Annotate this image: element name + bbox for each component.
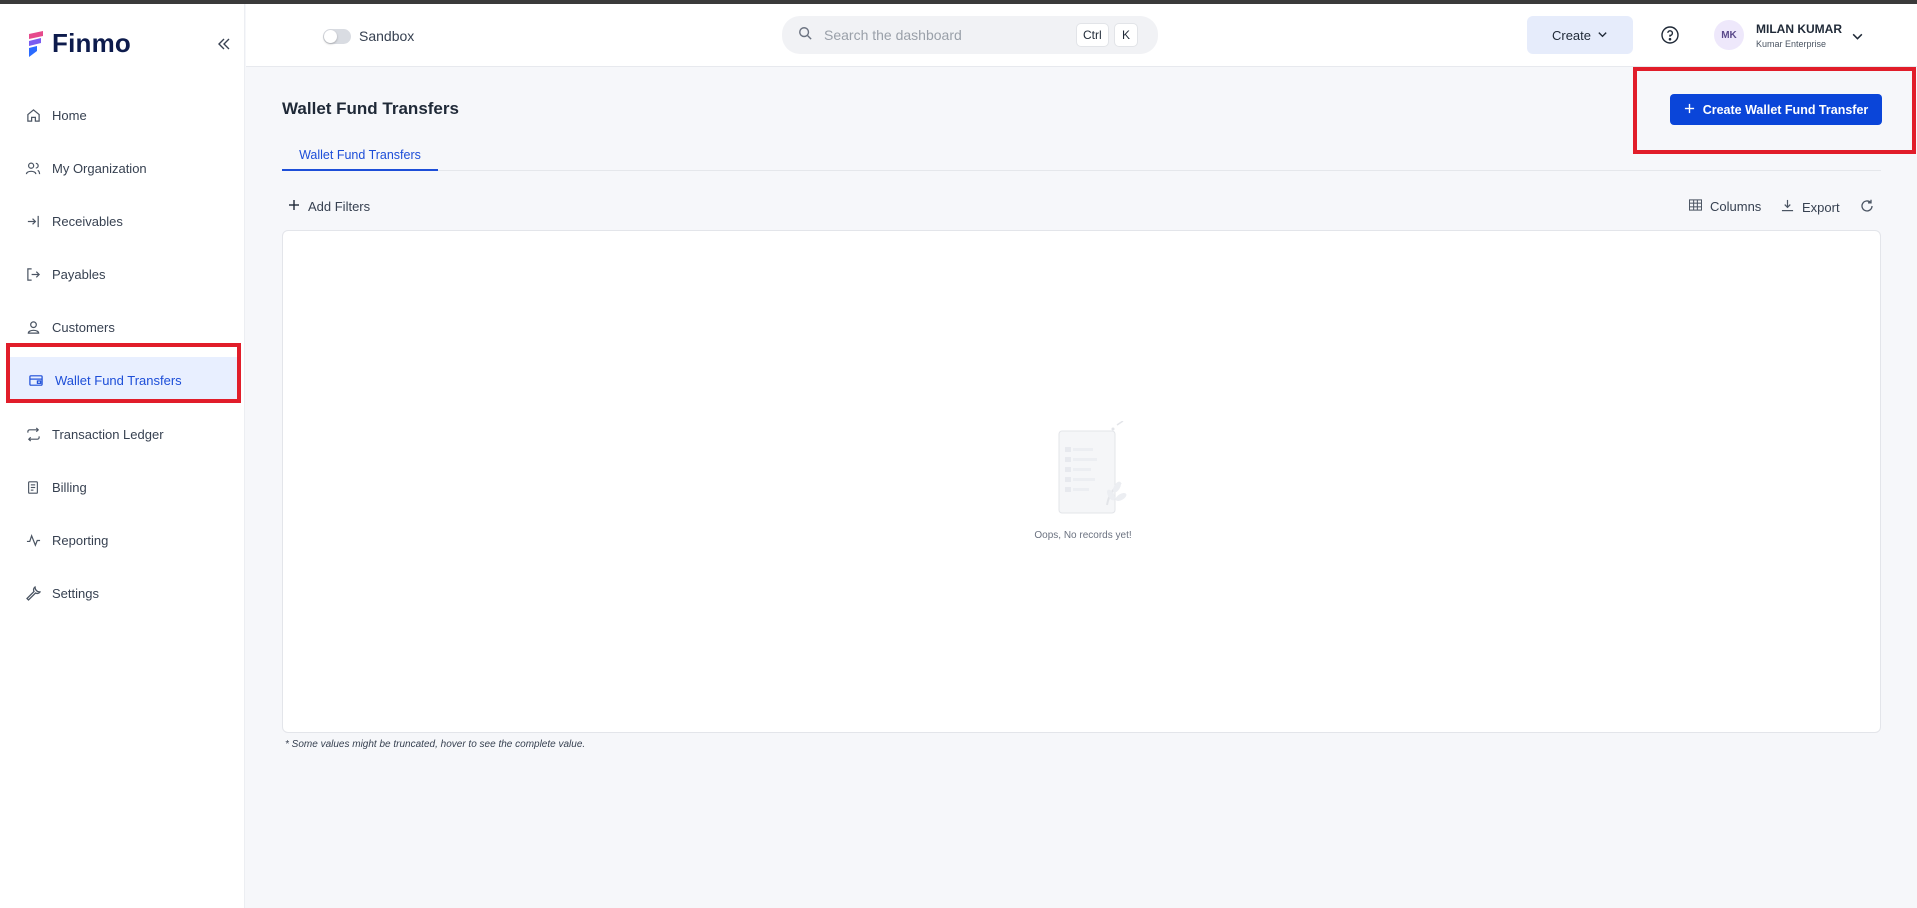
sidebar-item-settings[interactable]: Settings <box>8 570 238 616</box>
sandbox-toggle-group: Sandbox <box>323 28 414 44</box>
sidebar-item-label: My Organization <box>52 160 147 176</box>
add-filters-label: Add Filters <box>308 199 371 214</box>
search-input[interactable] <box>824 27 1064 43</box>
logout-arrow-icon <box>24 265 42 283</box>
user-info[interactable]: MILAN KUMAR Kumar Enterprise <box>1756 22 1842 49</box>
chevron-down-icon <box>1597 28 1608 43</box>
columns-button[interactable]: Columns <box>1688 199 1762 214</box>
sidebar-item-home[interactable]: Home <box>8 92 238 138</box>
wrench-icon <box>24 584 42 602</box>
sidebar-item-label: Payables <box>52 266 106 282</box>
sidebar-item-label: Reporting <box>52 532 109 548</box>
empty-document-illustration-icon <box>1037 420 1129 521</box>
kbd-ctrl: Ctrl <box>1076 23 1109 47</box>
columns-label: Columns <box>1710 199 1762 214</box>
search-icon <box>798 26 812 45</box>
sidebar-item-customers[interactable]: Customers <box>8 304 238 350</box>
help-icon[interactable] <box>1660 25 1680 45</box>
sidebar-item-label: Receivables <box>52 213 123 229</box>
finmo-logo-icon <box>26 30 46 58</box>
home-icon <box>24 106 42 124</box>
user-org: Kumar Enterprise <box>1756 39 1827 49</box>
activity-icon <box>24 531 42 549</box>
sidebar-item-billing[interactable]: Billing <box>8 464 238 510</box>
login-arrow-icon <box>24 212 42 230</box>
sandbox-toggle[interactable] <box>323 28 351 44</box>
repeat-icon <box>24 425 42 443</box>
page-title: Wallet Fund Transfers <box>282 99 459 118</box>
sidebar-item-payables[interactable]: Payables <box>8 251 238 297</box>
sandbox-label: Sandbox <box>359 28 415 44</box>
avatar[interactable]: MK <box>1714 20 1744 50</box>
add-filters-button[interactable]: Add Filters <box>288 199 370 214</box>
sidebar-item-wallet-fund-transfers[interactable]: Wallet Fund Transfers <box>9 357 238 403</box>
collapse-sidebar-icon[interactable] <box>214 34 234 54</box>
refresh-icon[interactable] <box>1860 199 1874 213</box>
primary-button-label: Create Wallet Fund Transfer <box>1702 102 1869 117</box>
truncation-footnote: * Some values might be truncated, hover … <box>285 739 586 750</box>
sidebar-item-label: Transaction Ledger <box>52 426 164 442</box>
empty-state: Oops, No records yet! <box>1023 420 1143 541</box>
logo-text: Finmo <box>52 28 131 58</box>
user-icon <box>24 318 42 336</box>
user-menu-chevron-icon[interactable] <box>1851 30 1865 44</box>
empty-state-text: Oops, No records yet! <box>1034 530 1132 541</box>
sidebar-item-label: Settings <box>52 585 99 601</box>
records-table: Oops, No records yet! <box>282 230 1881 733</box>
table-columns-icon <box>1688 199 1703 214</box>
sidebar-item-transaction-ledger[interactable]: Transaction Ledger <box>8 411 238 457</box>
sidebar: Finmo Home My Organization Receivables P… <box>0 4 245 908</box>
tab-wallet-fund-transfers[interactable]: Wallet Fund Transfers <box>282 140 438 171</box>
sidebar-item-label: Home <box>52 107 87 123</box>
tab-bar: Wallet Fund Transfers <box>282 140 1881 171</box>
download-icon <box>1781 199 1794 215</box>
create-wallet-fund-transfer-button[interactable]: Create Wallet Fund Transfer <box>1670 94 1882 125</box>
sidebar-item-label: Customers <box>52 319 115 335</box>
export-button[interactable]: Export <box>1781 199 1840 215</box>
top-header: Sandbox Ctrl K Create MK MILAN KUMAR Kum… <box>246 4 1917 67</box>
receipt-icon <box>24 478 42 496</box>
users-icon <box>24 159 42 177</box>
sidebar-item-label: Billing <box>52 479 87 495</box>
plus-icon <box>1684 103 1695 117</box>
create-dropdown-button[interactable]: Create <box>1527 16 1633 54</box>
sidebar-item-my-organization[interactable]: My Organization <box>8 145 238 191</box>
sidebar-item-receivables[interactable]: Receivables <box>8 198 238 244</box>
user-name: MILAN KUMAR <box>1756 22 1842 36</box>
export-label: Export <box>1802 199 1840 215</box>
search-bar[interactable]: Ctrl K <box>782 16 1158 54</box>
wallet-icon <box>27 371 45 389</box>
plus-icon <box>288 199 300 214</box>
sidebar-item-reporting[interactable]: Reporting <box>8 517 238 563</box>
sidebar-item-label: Wallet Fund Transfers <box>55 372 182 388</box>
kbd-k: K <box>1114 23 1138 47</box>
create-label: Create <box>1551 27 1592 43</box>
logo[interactable]: Finmo <box>26 28 131 59</box>
